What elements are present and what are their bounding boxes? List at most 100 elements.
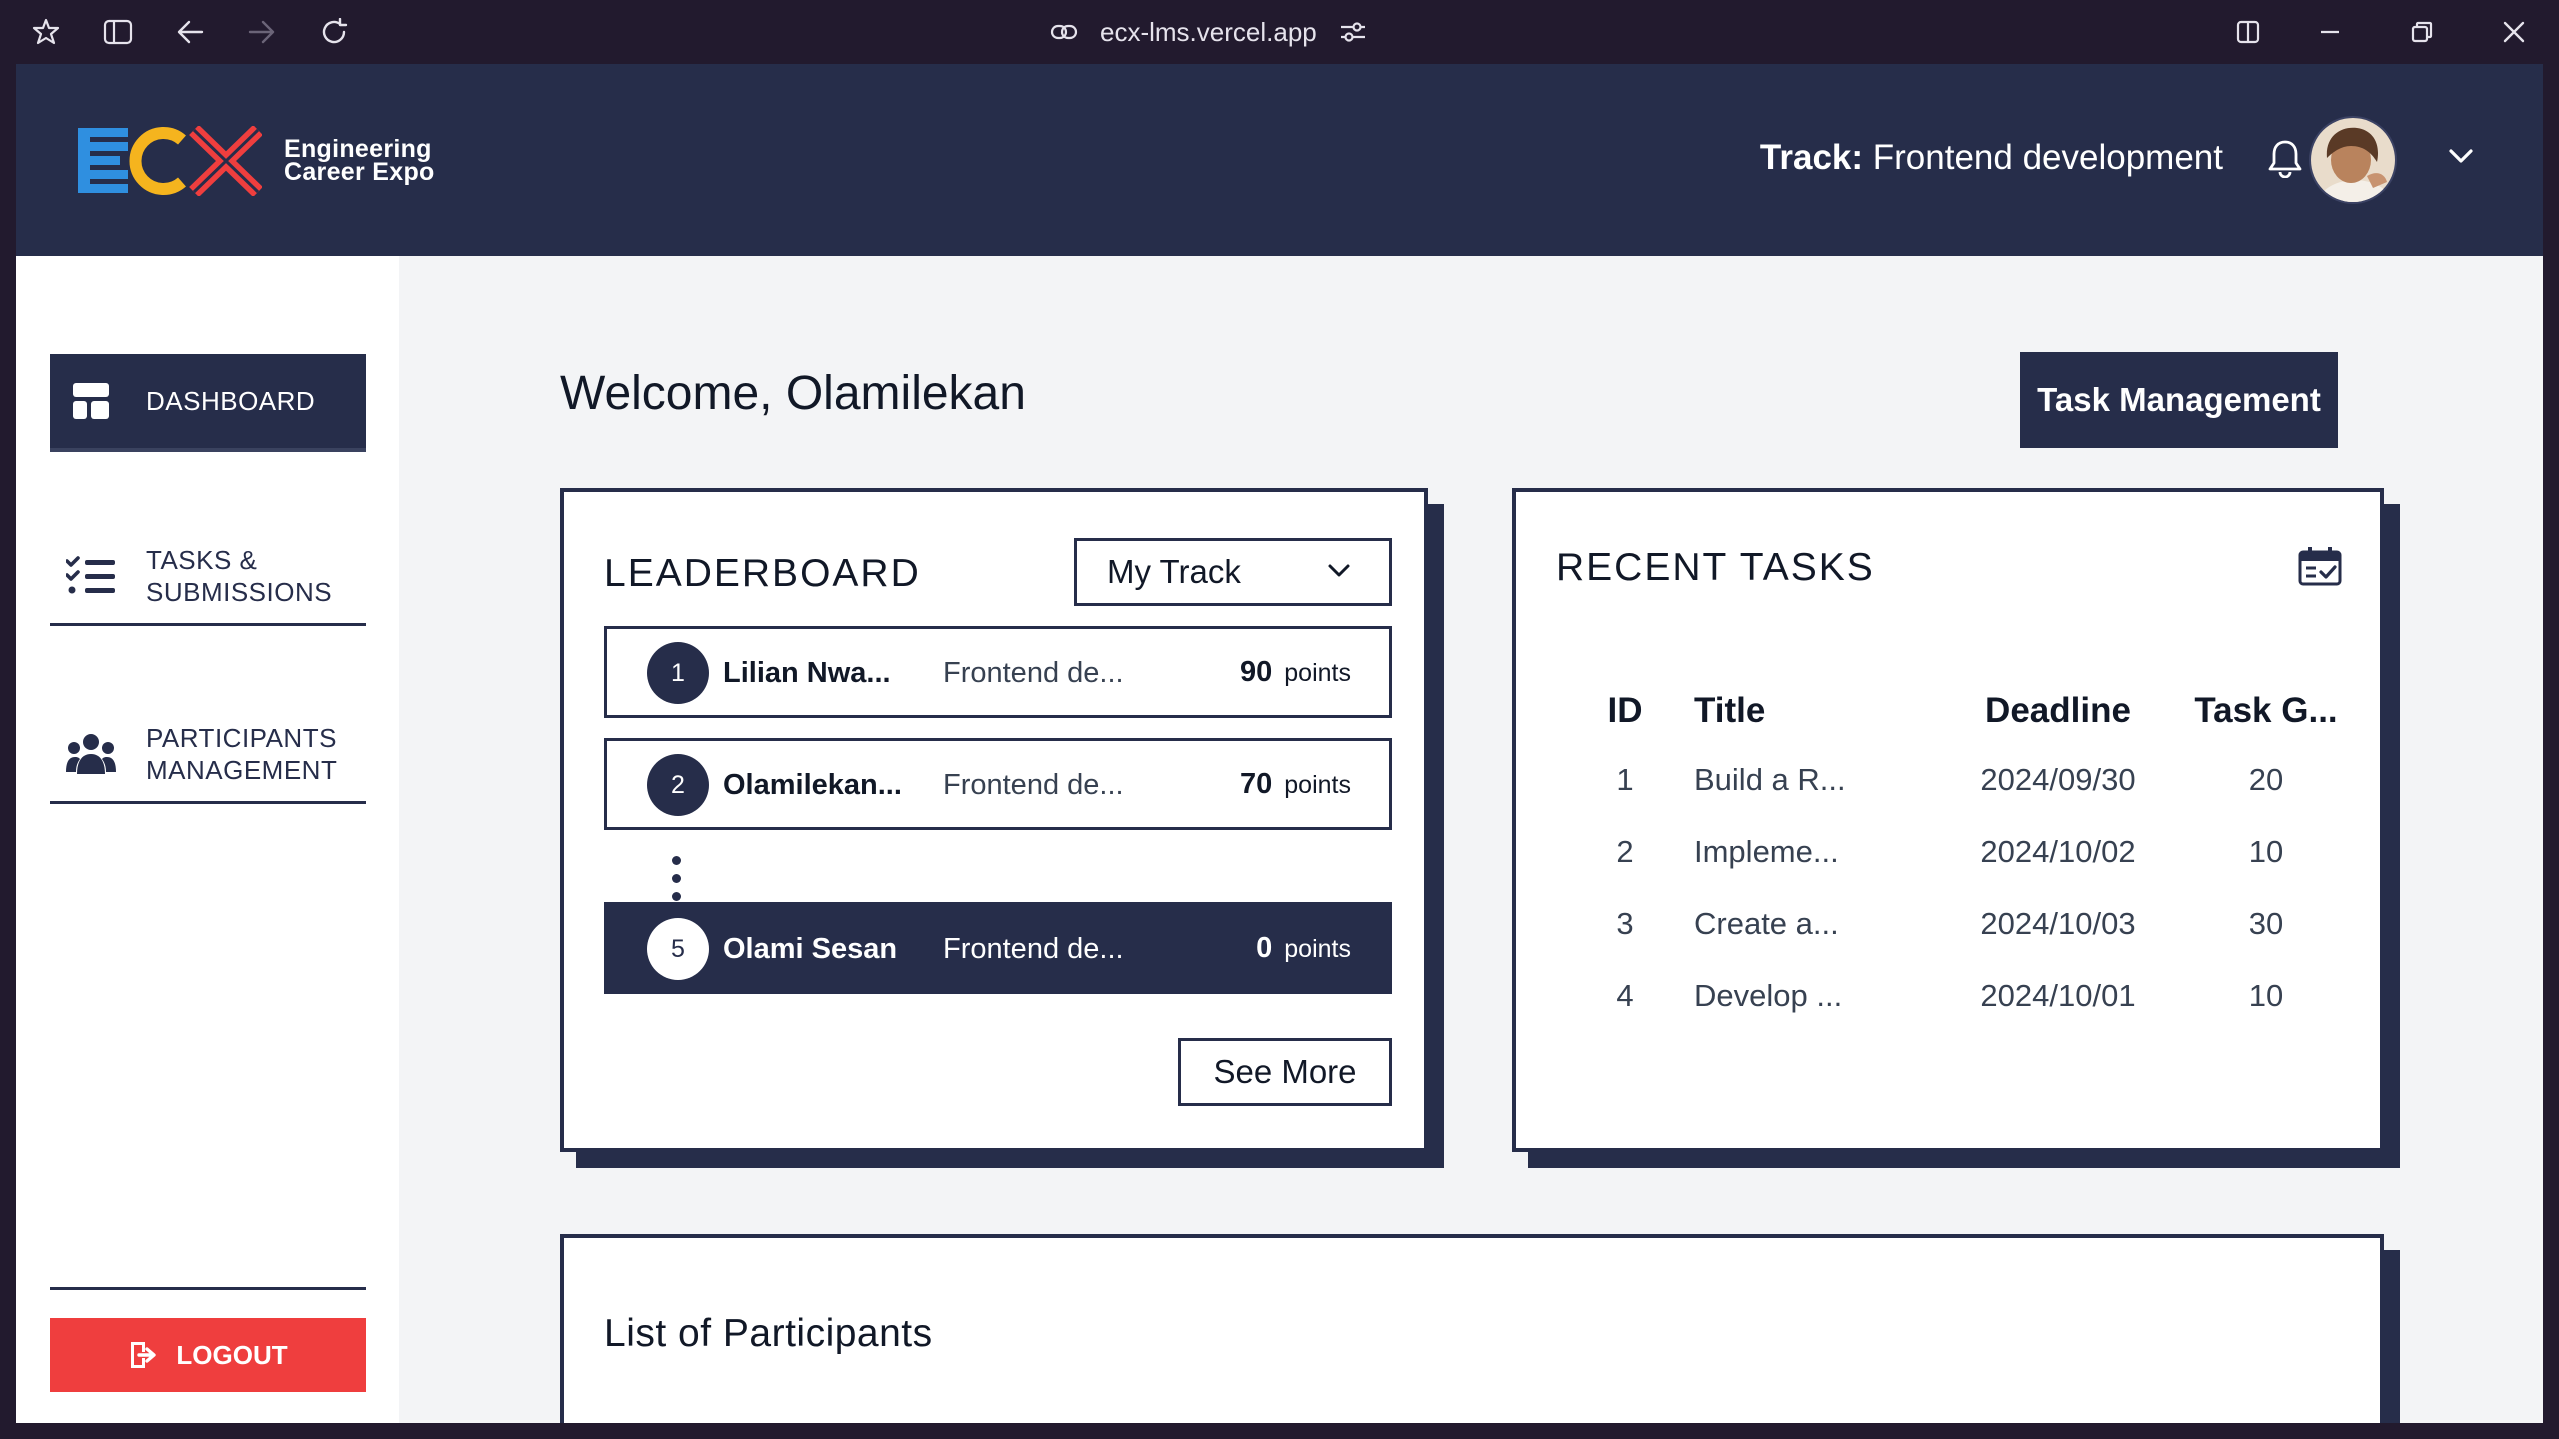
points-value: 70 (1240, 768, 1273, 800)
url-text: ecx-lms.vercel.app (1100, 16, 1317, 47)
back-icon[interactable] (174, 16, 206, 48)
leaderboard-row-current-user[interactable]: 5 Olami Sesan Frontend de... 0 points (604, 902, 1392, 994)
recent-tasks-title: RECENT TASKS (1556, 546, 1875, 589)
dashboard-icon (66, 376, 116, 426)
participant-points: 90 points (1240, 656, 1351, 689)
notifications-bell-icon[interactable] (2267, 138, 2303, 178)
split-view-icon[interactable] (2232, 16, 2264, 48)
leaderboard-row[interactable]: 2 Olamilekan... Frontend de... 70 points (604, 738, 1392, 830)
task-deadline: 2024/10/02 (1980, 834, 2136, 869)
table-row[interactable]: 3 Create a... 2024/10/03 30 (1556, 888, 2356, 960)
browser-chrome: ecx-lms.vercel.app (0, 0, 2559, 64)
users-icon (66, 729, 116, 779)
column-header-deadline[interactable]: Deadline (1940, 678, 2176, 744)
see-more-button[interactable]: See More (1178, 1038, 1392, 1106)
task-management-button[interactable]: Task Management (2020, 352, 2338, 448)
checklist-icon (66, 551, 116, 601)
sidebar-label-line1: TASKS & (146, 544, 258, 575)
rank-badge: 1 (647, 642, 709, 704)
minimize-icon[interactable] (2314, 16, 2346, 48)
track-label: Track: (1759, 138, 1864, 177)
reload-icon[interactable] (318, 16, 350, 48)
task-title: Build a R... (1694, 762, 1846, 797)
points-value: 0 (1256, 932, 1273, 964)
task-grade: 10 (2248, 978, 2284, 1013)
ecx-logo[interactable]: Engineering Career Expo (78, 126, 435, 196)
sidebar-item-participants-management[interactable]: PARTICIPANTS MANAGEMENT (50, 706, 366, 804)
table-row[interactable]: 1 Build a R... 2024/09/30 20 (1556, 744, 2356, 816)
sidebar-label-line2: MANAGEMENT (146, 754, 338, 785)
participant-name: Olami Sesan (723, 933, 898, 965)
forward-icon[interactable] (246, 16, 278, 48)
points-unit: points (1284, 771, 1351, 799)
participants-list-card: List of Participants (560, 1234, 2384, 1423)
sidebar-item-label: TASKS & SUBMISSIONS (146, 544, 332, 608)
leaderboard-row[interactable]: 1 Lilian Nwa... Frontend de... 90 points (604, 626, 1392, 718)
column-header-title[interactable]: Title (1694, 678, 1940, 744)
recent-tasks-card: RECENT TASKS ID Title Deadline Task G...… (1512, 488, 2384, 1152)
participant-name: Lilian Nwa... (723, 657, 891, 689)
recent-tasks-table: ID Title Deadline Task G... 1 Build a R.… (1556, 678, 2356, 1032)
ellipsis-dots (672, 856, 681, 901)
page-title: Welcome, Olamilekan (560, 367, 1026, 420)
task-id: 2 (1616, 834, 1634, 869)
task-deadline: 2024/10/01 (1980, 978, 2136, 1013)
sidebar-toggle-icon[interactable] (102, 16, 134, 48)
task-title: Develop ... (1694, 978, 1843, 1013)
restore-icon[interactable] (2406, 16, 2438, 48)
user-menu-chevron-icon[interactable] (2447, 146, 2475, 166)
points-value: 90 (1240, 656, 1273, 688)
logo-line2: Career Expo (284, 158, 435, 186)
task-deadline: 2024/09/30 (1980, 762, 2136, 797)
leaderboard-title: LEADERBOARD (604, 552, 921, 595)
column-header-task-grade[interactable]: Task G... (2176, 678, 2356, 744)
sidebar-item-label: PARTICIPANTS MANAGEMENT (146, 722, 337, 786)
address-bar[interactable]: ecx-lms.vercel.app (1050, 14, 1367, 50)
track-filter-value: My Track (1107, 553, 1241, 590)
table-header-row: ID Title Deadline Task G... (1556, 678, 2356, 744)
track-value: Frontend development (1872, 138, 2223, 177)
current-track: Track: Frontend development (1760, 138, 2223, 178)
sidebar-item-tasks-submissions[interactable]: TASKS & SUBMISSIONS (50, 528, 366, 626)
task-id: 4 (1616, 978, 1634, 1013)
task-grade: 10 (2248, 834, 2284, 869)
logout-button[interactable]: LOGOUT (50, 1318, 366, 1392)
ecx-logo-mark (78, 126, 262, 196)
rank-badge: 2 (647, 754, 709, 816)
points-unit: points (1284, 935, 1351, 963)
column-header-id[interactable]: ID (1556, 678, 1694, 744)
task-title: Create a... (1694, 906, 1839, 941)
close-window-icon[interactable] (2498, 16, 2530, 48)
sidebar: DASHBOARD TASKS & SUBMISSIONS PARTICIPAN… (16, 256, 399, 1423)
top-header: Engineering Career Expo Track: Frontend … (16, 64, 2543, 256)
task-deadline: 2024/10/03 (1980, 906, 2136, 941)
logout-label: LOGOUT (176, 1339, 288, 1370)
task-grade: 30 (2248, 906, 2284, 941)
participant-track: Frontend de... (943, 933, 1124, 965)
user-avatar[interactable] (2309, 116, 2397, 204)
track-filter-select[interactable]: My Track (1074, 538, 1392, 606)
task-id: 1 (1616, 762, 1634, 797)
task-title: Impleme... (1694, 834, 1839, 869)
participants-list-title: List of Participants (604, 1312, 933, 1355)
sidebar-label-line1: PARTICIPANTS (146, 722, 337, 753)
participant-points: 0 points (1256, 932, 1351, 965)
browser-logo-icon[interactable] (30, 16, 62, 48)
site-settings-icon[interactable] (1339, 20, 1367, 44)
task-grade: 20 (2248, 762, 2284, 797)
participant-name: Olamilekan... (723, 769, 902, 801)
sidebar-item-label: DASHBOARD (146, 386, 316, 416)
calendar-check-icon[interactable] (2298, 546, 2342, 586)
participant-track: Frontend de... (943, 769, 1124, 801)
participant-track: Frontend de... (943, 657, 1124, 689)
app-page: Engineering Career Expo Track: Frontend … (16, 64, 2543, 1423)
participant-points: 70 points (1240, 768, 1351, 801)
link-icon (1050, 24, 1078, 40)
sidebar-item-dashboard[interactable]: DASHBOARD (50, 354, 366, 452)
leaderboard-card: LEADERBOARD My Track 1 Lilian Nwa... Fro… (560, 488, 1428, 1152)
table-row[interactable]: 2 Impleme... 2024/10/02 10 (1556, 816, 2356, 888)
table-row[interactable]: 4 Develop ... 2024/10/01 10 (1556, 960, 2356, 1032)
points-unit: points (1284, 659, 1351, 687)
logo-wordmark: Engineering Career Expo (284, 137, 435, 186)
rank-badge: 5 (647, 918, 709, 980)
